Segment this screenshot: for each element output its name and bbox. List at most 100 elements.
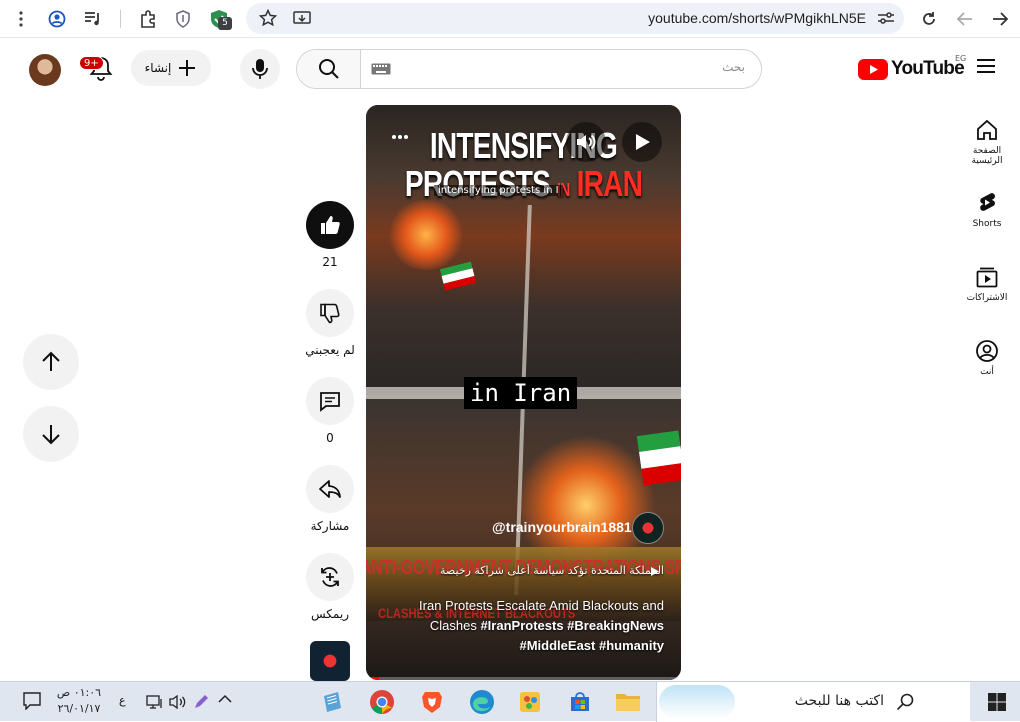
music-title[interactable]: المملكة المتحدة تؤكد سياسة أعلى شراكة رخ… (438, 564, 664, 577)
comment-icon (320, 392, 340, 412)
thumbs-up-icon (321, 216, 340, 234)
hashtag-link[interactable]: #MiddleEast (520, 638, 596, 653)
next-short-button[interactable] (23, 406, 79, 462)
url-text[interactable]: youtube.com/shorts/wPMgikhLN5E (648, 10, 866, 26)
remix-label: ريمكس (311, 607, 349, 621)
hashtag-link[interactable]: #IranProtests (480, 618, 563, 633)
logo-text: YouTube (891, 58, 965, 79)
browser-toolbar: 5 youtube.com/shorts/wPMgikhLN5E (0, 0, 1020, 38)
install-app-icon[interactable] (290, 6, 314, 30)
headline-line-1: INTENSIFYING (429, 125, 618, 166)
sound-thumbnail[interactable] (310, 641, 350, 681)
speaker-icon[interactable] (169, 694, 187, 710)
profile-icon[interactable] (45, 7, 69, 31)
hashtag-link[interactable]: #BreakingNews (567, 618, 664, 633)
search-icon (318, 59, 339, 79)
bookmark-star-icon[interactable] (256, 6, 280, 30)
voice-search-button[interactable] (240, 49, 280, 89)
plus-icon (179, 60, 196, 76)
reload-icon[interactable] (917, 7, 941, 31)
more-options-icon[interactable] (9, 7, 33, 31)
keyboard-icon[interactable] (371, 63, 391, 75)
guide-item-you[interactable]: أنت (956, 339, 1018, 377)
like-button[interactable] (306, 201, 354, 249)
forward-icon[interactable] (953, 7, 977, 31)
paint-app-icon[interactable] (516, 688, 544, 716)
video-description[interactable]: Iran Protests Escalate Amid Blackouts an… (386, 596, 664, 656)
play-button[interactable] (622, 122, 662, 162)
you-icon (976, 340, 998, 362)
media-controls-icon[interactable] (81, 7, 105, 31)
subscriptions-icon (976, 267, 998, 288)
taskbar-clock[interactable]: ٠١:٠٦ ص ٢٦/٠١/١٧ (54, 685, 104, 717)
arrow-up-icon (42, 351, 60, 371)
channel-avatar[interactable] (632, 512, 664, 544)
guide-item-subscriptions[interactable]: الاشتراكات (956, 265, 1018, 303)
short-video-player[interactable]: INTENSIFYING PROTESTS IN IRAN intensifyi… (366, 105, 681, 680)
input-language[interactable]: ع (119, 694, 126, 707)
dislike-label: لم يعجبني (305, 343, 355, 357)
youtube-header: 9+ إنشاء بحث YouTube EG (0, 40, 1020, 98)
region-code: EG (955, 54, 967, 63)
extensions-icon[interactable] (136, 7, 160, 31)
show-hidden-icons-icon[interactable] (218, 694, 232, 704)
create-button[interactable]: إنشاء (131, 50, 211, 86)
back-icon[interactable] (988, 7, 1012, 31)
search-input[interactable]: بحث (722, 60, 745, 74)
comment-count: 0 (326, 431, 334, 445)
notification-center-icon[interactable] (23, 692, 41, 710)
search-box[interactable]: بحث (296, 49, 762, 89)
pen-workspace-icon[interactable] (193, 694, 209, 710)
shield-extension-icon[interactable] (171, 7, 195, 31)
create-label: إنشاء (144, 61, 172, 75)
network-icon[interactable] (146, 694, 164, 710)
fire-glow (386, 200, 466, 270)
music-play-icon (650, 566, 660, 577)
home-icon (977, 119, 997, 140)
share-button[interactable] (306, 465, 354, 513)
windows-start-icon[interactable] (988, 693, 1006, 711)
comments-button[interactable] (306, 377, 354, 425)
channel-handle[interactable]: @trainyourbrain1881 (492, 519, 632, 535)
notepad-app-icon[interactable] (318, 688, 346, 716)
video-more-options-icon[interactable] (392, 135, 408, 139)
share-icon (319, 480, 341, 498)
dislike-button[interactable] (306, 289, 354, 337)
volume-button[interactable] (566, 122, 606, 162)
file-explorer-app-icon[interactable] (614, 688, 642, 716)
remix-button[interactable] (306, 553, 354, 601)
windows-taskbar: ٠١:٠٦ ص ٢٦/٠١/١٧ ع اكتب هنا للبحث (0, 681, 1020, 722)
guide-item-shorts[interactable]: Shorts (956, 191, 1018, 229)
shorts-icon (980, 193, 995, 211)
guide-label: أنت (980, 367, 994, 377)
store-app-icon[interactable] (566, 688, 594, 716)
share-label: مشاركة (310, 519, 350, 533)
microphone-icon (252, 59, 268, 79)
chrome-app-icon[interactable] (368, 688, 396, 716)
address-bar[interactable]: youtube.com/shorts/wPMgikhLN5E (246, 3, 904, 34)
thumbs-down-icon (320, 303, 340, 324)
menu-hamburger-icon[interactable] (976, 58, 996, 74)
guide-label: Shorts (972, 219, 1002, 229)
edge-app-icon[interactable] (468, 688, 496, 716)
play-icon (636, 134, 650, 150)
previous-short-button[interactable] (23, 334, 79, 390)
taskbar-search-box[interactable]: اكتب هنا للبحث (656, 682, 970, 722)
brave-app-icon[interactable] (418, 688, 446, 716)
avatar[interactable] (29, 54, 61, 86)
arrow-down-icon (42, 425, 60, 445)
youtube-logo[interactable]: YouTube (858, 57, 965, 81)
guide-item-home[interactable]: الصفحة الرئيسية (956, 118, 1018, 166)
guide-label: الاشتراكات (966, 293, 1008, 303)
hashtag-link[interactable]: #humanity (599, 638, 664, 653)
toolbar-divider (120, 10, 121, 28)
youtube-logo-icon (858, 58, 888, 80)
site-settings-icon[interactable] (874, 6, 898, 30)
iran-flag-icon (636, 430, 681, 486)
taskbar-search-input[interactable]: اكتب هنا للبحث (795, 693, 884, 709)
clock-date: ٢٦/٠١/١٧ (57, 702, 101, 715)
notifications-badge: 9+ (79, 56, 104, 70)
search-icon (896, 693, 914, 711)
video-progress-bar[interactable] (366, 677, 681, 680)
search-button[interactable] (297, 50, 361, 88)
